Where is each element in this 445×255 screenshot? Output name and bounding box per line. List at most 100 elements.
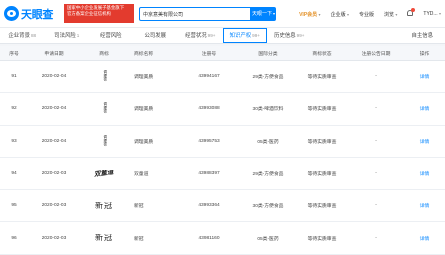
- logo[interactable]: 天眼查: [4, 5, 53, 22]
- registration-number: 43993364: [178, 203, 240, 208]
- tab-count: 88: [31, 33, 36, 38]
- tab-1[interactable]: 企业背景88: [0, 28, 45, 43]
- detail-link[interactable]: 详情: [404, 73, 445, 80]
- tab-9[interactable]: [356, 28, 401, 43]
- tab-10[interactable]: 自主信息: [401, 28, 445, 43]
- detail-link[interactable]: 详情: [404, 235, 445, 242]
- column-header: 操作: [404, 50, 445, 57]
- eye-logo-icon: [4, 6, 19, 21]
- bell-icon: [407, 10, 413, 16]
- table-header: 序号申请日期商标商标名称注册号国际分类商标状态注册公告日期操作: [0, 46, 445, 61]
- intl-class: 29类-方便食品: [240, 73, 296, 80]
- announce-date: -: [348, 171, 404, 176]
- row-number: 91: [0, 74, 28, 79]
- tab-7[interactable]: 历史信息99+: [267, 28, 312, 43]
- chevron-down-icon: ▾: [347, 12, 349, 17]
- promo-line-2: 官方备案企业征信机构: [67, 11, 131, 17]
- tab-count: 99+: [208, 33, 216, 38]
- table-row: 922020-02-04调理膏调理美质4399308830类-啤酒饮料等待实质审…: [0, 93, 445, 125]
- tab-6[interactable]: 知识产权99+: [223, 28, 268, 43]
- detail-link[interactable]: 详情: [404, 138, 445, 145]
- column-header: 注册公告日期: [348, 50, 404, 57]
- trademark-image[interactable]: 调理膏: [80, 70, 128, 83]
- intl-class: 29类-方便食品: [240, 170, 296, 177]
- column-header: 注册号: [178, 50, 240, 57]
- notification-bell[interactable]: [407, 10, 413, 18]
- column-header: 序号: [0, 50, 28, 57]
- detail-link[interactable]: 详情: [404, 202, 445, 209]
- row-number: 94: [0, 171, 28, 176]
- search-button[interactable]: 天眼一下▾: [251, 7, 276, 21]
- tab-8[interactable]: [312, 28, 357, 43]
- search-button-label: 天眼一下: [252, 11, 272, 17]
- announce-date: -: [348, 74, 404, 79]
- apply-date: 2020-02-04: [28, 139, 80, 144]
- enterprise-label: 企业版: [331, 12, 346, 18]
- tab-label: 历史信息: [274, 33, 296, 39]
- apply-date: 2020-02-04: [28, 74, 80, 79]
- chevron-down-icon: ▾: [439, 11, 441, 16]
- trademark-glyph: 新冠: [95, 234, 113, 242]
- column-header: 商标名称: [128, 50, 178, 57]
- pro-link[interactable]: 专业版: [359, 11, 374, 18]
- vip-link[interactable]: VIP会员 ▾: [299, 11, 320, 18]
- tab-label: 司法风险: [54, 33, 76, 39]
- trademark-name: 新冠: [128, 235, 178, 242]
- trademark-name: 新冠: [128, 202, 178, 209]
- trademark-glyph: 新冠: [95, 202, 113, 210]
- tab-2[interactable]: 司法风险1: [45, 28, 90, 43]
- trademark-image[interactable]: 双童道: [80, 170, 128, 177]
- registration-number: 43988397: [178, 171, 240, 176]
- intl-class: 05类-医药: [240, 235, 296, 242]
- announce-date: -: [348, 106, 404, 111]
- trademark-image[interactable]: 调理膏: [80, 135, 128, 148]
- trademark-status: 等待实质审查: [296, 202, 348, 209]
- table-row: 942020-02-03双童道双童道4398839729类-方便食品等待实质审查…: [0, 158, 445, 190]
- column-header: 商标: [80, 50, 128, 57]
- intl-class: 30类-啤酒饮料: [240, 105, 296, 112]
- table-row: 962020-02-03新冠新冠4398116005类-医药等待实质审查-详情: [0, 222, 445, 254]
- tab-5[interactable]: 经营状况99+: [178, 28, 223, 43]
- trademark-glyph: 调理膏: [102, 102, 105, 113]
- tab-count: 99+: [297, 33, 305, 38]
- trademark-name: 双童道: [128, 170, 178, 177]
- registration-number: 43995753: [178, 139, 240, 144]
- notification-badge: [411, 8, 415, 12]
- column-header: 商标状态: [296, 50, 348, 57]
- tab-label: 经营状况: [185, 33, 207, 39]
- user-menu[interactable]: TYD... ▾: [423, 11, 441, 17]
- column-header: 国际分类: [240, 50, 296, 57]
- trademark-name: 调理美质: [128, 73, 178, 80]
- detail-link[interactable]: 详情: [404, 170, 445, 177]
- section-tabs: 企业背景88司法风险1经营风险公司发展经营状况99+知识产权99+历史信息99+…: [0, 28, 445, 44]
- trademark-glyph: 调理膏: [102, 70, 105, 81]
- trademark-table: 序号申请日期商标商标名称注册号国际分类商标状态注册公告日期操作 912020-0…: [0, 46, 445, 255]
- registration-number: 43993088: [178, 106, 240, 111]
- table-row: 952020-02-03新冠新冠4399336430类-方便食品等待实质审查-详…: [0, 190, 445, 222]
- tab-4[interactable]: 公司发展: [134, 28, 179, 43]
- browse-link[interactable]: 浏览 ▾: [384, 11, 397, 18]
- trademark-image[interactable]: 新冠: [80, 202, 128, 210]
- apply-date: 2020-02-03: [28, 171, 80, 176]
- table-row: 932020-02-04调理膏调理美质4399575305类-医药等待实质审查-…: [0, 126, 445, 158]
- enterprise-link[interactable]: 企业版 ▾: [331, 11, 349, 18]
- intl-class: 30类-方便食品: [240, 202, 296, 209]
- registration-number: 43994167: [178, 74, 240, 79]
- trademark-status: 等待实质审查: [296, 105, 348, 112]
- detail-link[interactable]: 详情: [404, 105, 445, 112]
- announce-date: -: [348, 139, 404, 144]
- column-header: 申请日期: [28, 50, 80, 57]
- trademark-glyph: 调理膏: [102, 135, 105, 146]
- announce-date: -: [348, 203, 404, 208]
- intl-class: 05类-医药: [240, 138, 296, 145]
- chevron-down-icon: ▾: [319, 12, 321, 17]
- trademark-image[interactable]: 新冠: [80, 234, 128, 242]
- trademark-image[interactable]: 调理膏: [80, 102, 128, 115]
- tab-count: 99+: [252, 33, 260, 38]
- tab-label: 自主信息: [411, 33, 433, 39]
- tab-3[interactable]: 经营风险: [89, 28, 134, 43]
- top-header: 天眼查 国家中小企业发展子基金旗下 官方备案企业征信机构 天眼一下▾ VIP会员…: [0, 0, 445, 28]
- logo-text: 天眼查: [21, 6, 53, 22]
- search-input[interactable]: [139, 7, 251, 21]
- promo-banner[interactable]: 国家中小企业发展子基金旗下 官方备案企业征信机构: [64, 4, 134, 23]
